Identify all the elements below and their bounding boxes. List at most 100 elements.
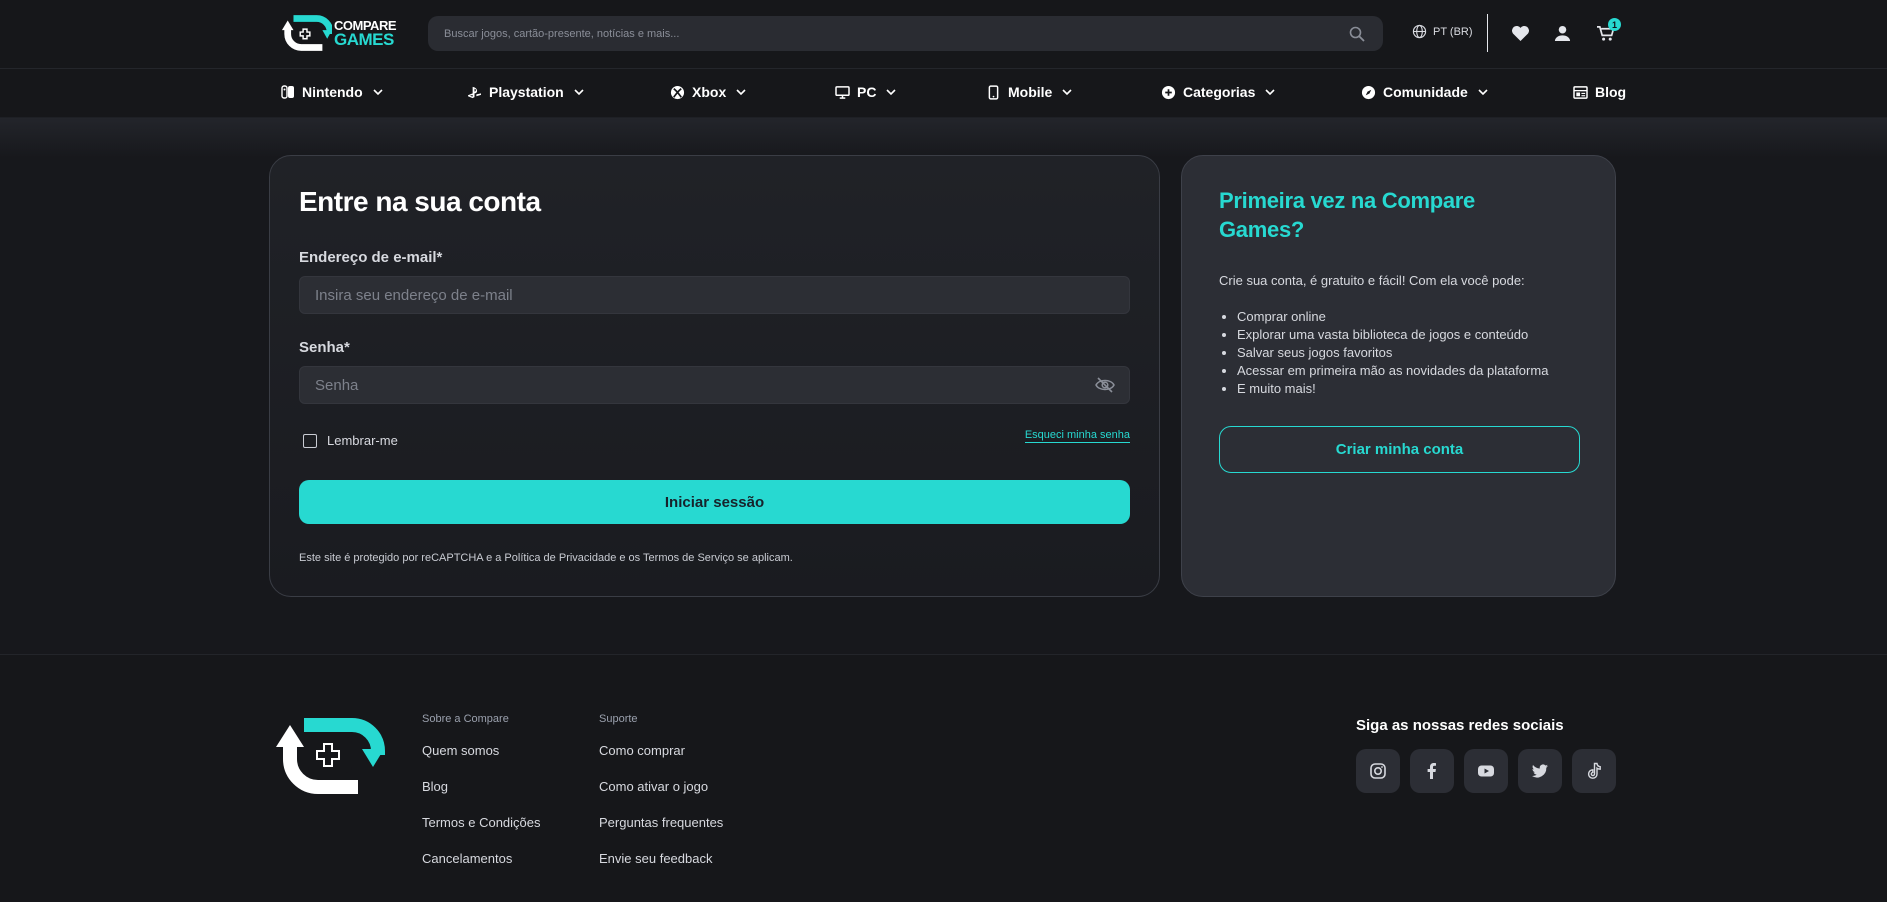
recaptcha-notice: Este site é protegido por reCAPTCHA e a …: [299, 552, 793, 564]
chevron-down-icon: [574, 89, 584, 96]
list-item: Comprar online: [1237, 308, 1548, 326]
plus-circle-icon: [1161, 85, 1176, 100]
footer: Sobre a Compare Quem somos Blog Termos e…: [0, 654, 1887, 902]
cart-count-badge: 1: [1608, 18, 1621, 31]
password-field-wrapper: [299, 366, 1130, 404]
nav-label: Mobile: [1008, 84, 1053, 100]
list-item: Acessar em primeira mão as novidades da …: [1237, 362, 1548, 380]
register-title: Primeira vez na Compare Games?: [1219, 188, 1475, 242]
instagram-button[interactable]: [1356, 749, 1400, 793]
search-bar: [428, 16, 1383, 51]
footer-link[interactable]: Cancelamentos: [422, 851, 541, 887]
nav-item-xbox[interactable]: Xbox: [670, 84, 747, 100]
nav-label: Categorias: [1183, 84, 1256, 100]
nav-item-comunidade[interactable]: Comunidade: [1361, 84, 1489, 100]
footer-link[interactable]: Envie seu feedback: [599, 851, 723, 887]
social-title: Siga as nossas redes sociais: [1356, 717, 1564, 734]
chevron-down-icon: [1062, 89, 1072, 96]
footer-link[interactable]: Blog: [422, 779, 541, 815]
remember-me[interactable]: Lembrar-me: [303, 433, 398, 448]
main-navigation: Nintendo Playstation Xbox PC Mobile Cate: [0, 69, 1887, 118]
tiktok-button[interactable]: [1572, 749, 1616, 793]
compass-icon: [1361, 85, 1376, 100]
youtube-icon: [1478, 765, 1494, 777]
footer-col-about: Sobre a Compare Quem somos Blog Termos e…: [422, 713, 541, 887]
chevron-down-icon: [736, 89, 746, 96]
nav-label: Comunidade: [1383, 84, 1468, 100]
user-icon: [1554, 25, 1570, 41]
login-title: Entre na sua conta: [299, 186, 541, 217]
nav-label: Nintendo: [302, 84, 363, 100]
account-button[interactable]: [1551, 22, 1573, 44]
list-item: Salvar seus jogos favoritos: [1237, 344, 1548, 362]
site-logo[interactable]: COMPARE GAMES: [280, 14, 396, 52]
forgot-password-link[interactable]: Esqueci minha senha: [1024, 429, 1130, 443]
nav-item-playstation[interactable]: Playstation: [467, 84, 585, 100]
playstation-icon: [467, 85, 482, 100]
register-card: Primeira vez na Compare Games? Crie sua …: [1181, 155, 1616, 597]
twitter-button[interactable]: [1518, 749, 1562, 793]
chevron-down-icon: [373, 89, 383, 96]
search-icon[interactable]: [1349, 26, 1365, 42]
password-label: Senha*: [299, 339, 350, 356]
create-account-button[interactable]: Criar minha conta: [1219, 426, 1580, 473]
nav-item-mobile[interactable]: Mobile: [986, 84, 1073, 100]
email-label: Endereço de e-mail*: [299, 249, 443, 266]
twitter-icon: [1532, 764, 1548, 778]
logo-text: COMPARE GAMES: [334, 19, 396, 49]
cart-button[interactable]: 1: [1594, 18, 1621, 44]
remember-label: Lembrar-me: [327, 433, 398, 448]
logo-icon: [281, 15, 333, 51]
login-button[interactable]: Iniciar sessão: [299, 480, 1130, 524]
xbox-icon: [670, 85, 685, 100]
list-item: E muito mais!: [1237, 380, 1548, 398]
chevron-down-icon: [886, 89, 897, 96]
newspaper-icon: [1573, 85, 1588, 100]
nav-item-categorias[interactable]: Categorias: [1161, 84, 1276, 100]
switch-icon: [280, 85, 295, 100]
social-links: [1356, 749, 1626, 793]
footer-link[interactable]: Termos e Condições: [422, 815, 541, 851]
remember-checkbox[interactable]: [303, 433, 317, 448]
language-selector[interactable]: PT (BR): [1412, 24, 1473, 39]
phone-icon: [986, 84, 1001, 100]
nav-item-pc[interactable]: PC: [835, 84, 897, 100]
list-item: Explorar uma vasta biblioteca de jogos e…: [1237, 326, 1548, 344]
language-label: PT (BR): [1433, 25, 1473, 38]
email-field-wrapper: [299, 276, 1130, 314]
footer-col-title: Suporte: [599, 713, 638, 725]
top-header: COMPARE GAMES PT (BR): [0, 0, 1887, 69]
header-divider: [1487, 14, 1488, 52]
footer-link[interactable]: Perguntas frequentes: [599, 815, 723, 851]
logo-text-line2: GAMES: [334, 30, 394, 49]
footer-col-title: Sobre a Compare: [422, 713, 509, 725]
nav-label: Playstation: [489, 84, 564, 100]
nav-label: PC: [857, 84, 877, 100]
footer-logo-icon[interactable]: [272, 715, 392, 799]
facebook-button[interactable]: [1410, 749, 1454, 793]
header-shadow: [0, 118, 1887, 158]
monitor-icon: [835, 85, 850, 100]
chevron-down-icon: [1478, 89, 1488, 96]
instagram-icon: [1370, 763, 1386, 779]
footer-link[interactable]: Como comprar: [599, 743, 723, 779]
heart-icon: [1511, 25, 1529, 41]
email-field[interactable]: [300, 277, 1060, 313]
register-description: Crie sua conta, é gratuito e fácil! Com …: [1219, 273, 1525, 288]
footer-link[interactable]: Quem somos: [422, 743, 541, 779]
password-field[interactable]: [300, 367, 1060, 403]
wishlist-button[interactable]: [1509, 22, 1531, 44]
footer-link[interactable]: Como ativar o jogo: [599, 779, 723, 815]
nav-item-nintendo[interactable]: Nintendo: [280, 84, 384, 100]
benefits-list: Comprar online Explorar uma vasta biblio…: [1237, 308, 1548, 398]
eye-off-icon[interactable]: [1095, 376, 1115, 394]
nav-item-blog[interactable]: Blog: [1573, 84, 1626, 100]
globe-icon: [1412, 24, 1427, 39]
youtube-button[interactable]: [1464, 749, 1508, 793]
chevron-down-icon: [1265, 89, 1275, 96]
search-input[interactable]: [444, 27, 1324, 40]
nav-label: Xbox: [692, 84, 727, 100]
facebook-icon: [1427, 763, 1436, 779]
login-card: Entre na sua conta Endereço de e-mail* S…: [269, 155, 1160, 597]
tiktok-icon: [1587, 762, 1601, 779]
